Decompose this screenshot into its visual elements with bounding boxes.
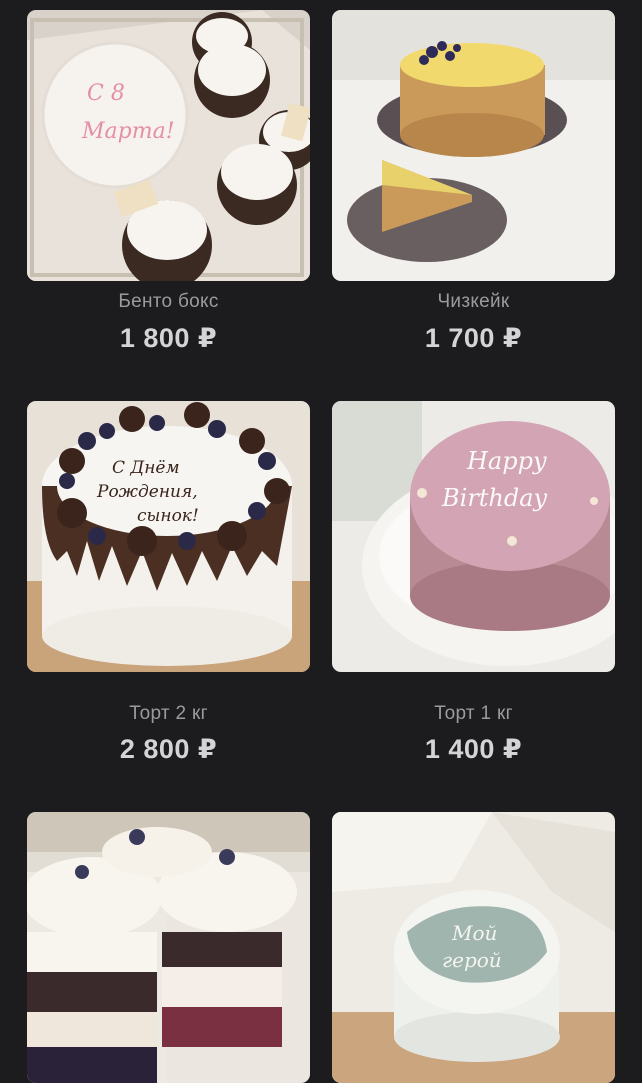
cheesecake-photo[interactable] <box>332 10 615 281</box>
svg-text:Мой: Мой <box>451 921 497 945</box>
product-name: Торт 1 кг <box>434 703 513 724</box>
svg-text:Марта!: Марта! <box>81 119 175 144</box>
product-name: Бенто бокс <box>118 291 219 312</box>
pink-birthday-cake-photo[interactable]: Happy Birthday <box>332 401 615 672</box>
bento-cake-photo[interactable]: Мой герой <box>332 812 615 1083</box>
svg-text:С Днём: С Днём <box>112 458 180 478</box>
svg-text:Birthday: Birthday <box>441 484 548 512</box>
product-price: 1 400 ₽ <box>424 734 523 764</box>
product-price: 2 800 ₽ <box>119 734 218 764</box>
svg-text:С 8: С 8 <box>87 81 125 106</box>
trifle-cups-photo[interactable] <box>27 812 310 1083</box>
product-name: Торт 2 кг <box>129 703 208 724</box>
product-grid: С 8 Марта! Бенто бокс 1 800 ₽ Чизкейк 1 … <box>0 0 642 1083</box>
product-price: 1 700 ₽ <box>424 323 523 353</box>
svg-text:герой: герой <box>442 948 502 972</box>
product-name: Чизкейк <box>437 291 510 312</box>
product-price: 1 800 ₽ <box>119 323 218 353</box>
svg-text:Happy: Happy <box>466 447 547 475</box>
bento-box-cupcakes-photo[interactable]: С 8 Марта! <box>27 10 310 281</box>
svg-text:сынок!: сынок! <box>137 506 199 526</box>
chocolate-drip-cake-photo[interactable]: С Днём Рождения, сынок! <box>27 401 310 672</box>
svg-text:Рождения,: Рождения, <box>96 482 198 502</box>
